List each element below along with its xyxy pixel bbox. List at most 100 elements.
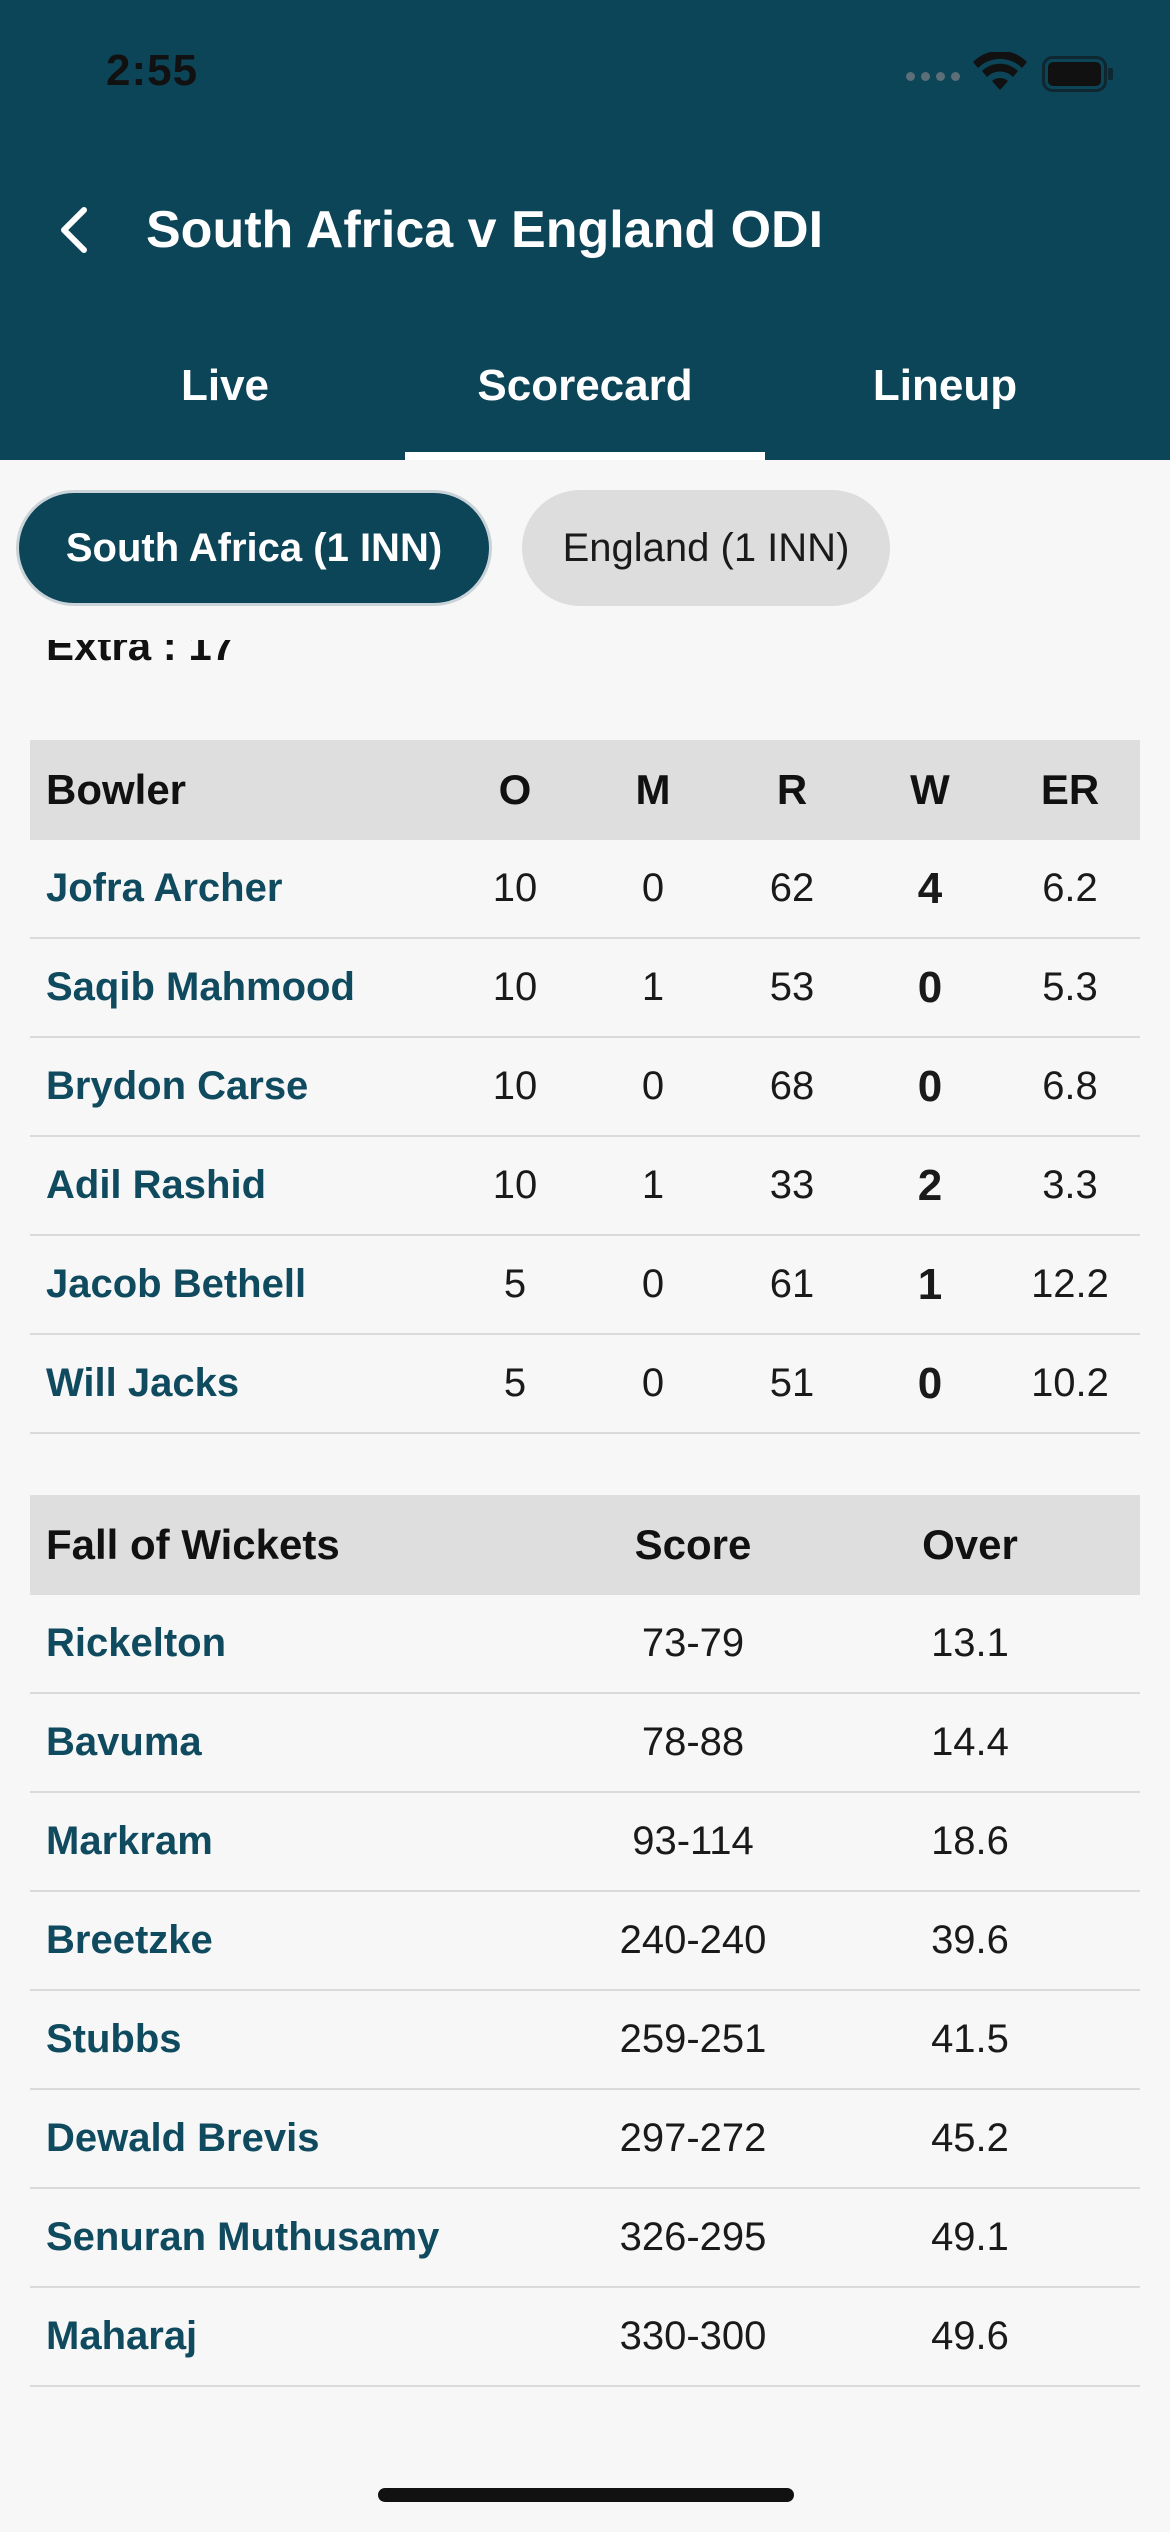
wickets-value: 0 — [917, 1358, 943, 1408]
nav-bar: South Africa v England ODI — [0, 180, 1170, 280]
over-value: 49.1 — [931, 2215, 1009, 2259]
fow-table-header: Fall of Wickets Score Over — [30, 1495, 1140, 1595]
overs-value: 10 — [492, 1064, 538, 1108]
page-title: South Africa v England ODI — [146, 201, 824, 259]
wickets-value: 4 — [917, 863, 943, 913]
bowler-name-link[interactable]: Brydon Carse — [46, 1064, 308, 1109]
table-row: Saqib Mahmood 10 1 53 0 5.3 — [30, 939, 1140, 1038]
innings-pill-england[interactable]: England (1 INN) — [522, 490, 890, 606]
table-row: Brydon Carse 10 0 68 0 6.8 — [30, 1038, 1140, 1137]
innings-selector: South Africa (1 INN) England (1 INN) — [0, 490, 1170, 608]
header-over: Over — [922, 1521, 1018, 1568]
table-row: Bavuma 78-88 14.4 — [30, 1694, 1140, 1793]
table-row: Will Jacks 5 0 51 0 10.2 — [30, 1335, 1140, 1434]
overs-value: 10 — [492, 1163, 538, 1207]
maidens-value: 0 — [641, 1361, 665, 1405]
home-indicator[interactable] — [378, 2488, 794, 2502]
table-row: Jofra Archer 10 0 62 4 6.2 — [30, 840, 1140, 939]
batter-name-link[interactable]: Bavuma — [46, 1720, 202, 1765]
over-value: 18.6 — [931, 1819, 1009, 1863]
header-wickets: W — [910, 766, 950, 813]
overs-value: 5 — [503, 1361, 527, 1405]
tab-lineup[interactable]: Lineup — [765, 345, 1125, 460]
scorecard-content[interactable]: Extra : 17 Bowler O M R W ER Jofra Arche… — [0, 620, 1170, 2420]
batter-name-link[interactable]: Stubbs — [46, 2017, 182, 2062]
tab-live[interactable]: Live — [45, 345, 405, 460]
bowler-name-link[interactable]: Jacob Bethell — [46, 1262, 306, 1307]
batter-name-link[interactable]: Markram — [46, 1819, 213, 1864]
maidens-value: 1 — [641, 965, 665, 1009]
batter-name-link[interactable]: Breetzke — [46, 1918, 213, 1963]
table-row: Maharaj 330-300 49.6 — [30, 2288, 1140, 2387]
economy-value: 6.8 — [1042, 1064, 1098, 1108]
economy-value: 3.3 — [1042, 1163, 1098, 1207]
table-row: Rickelton 73-79 13.1 — [30, 1595, 1140, 1694]
wickets-value: 2 — [917, 1160, 943, 1210]
table-row: Markram 93-114 18.6 — [30, 1793, 1140, 1892]
header-runs: R — [776, 766, 808, 813]
score-value: 326-295 — [619, 2215, 767, 2259]
table-row: Dewald Brevis 297-272 45.2 — [30, 2090, 1140, 2189]
status-bar: 2:55 — [0, 0, 1170, 150]
score-value: 93-114 — [632, 1819, 754, 1863]
over-value: 45.2 — [931, 2116, 1009, 2160]
maidens-value: 0 — [641, 1064, 665, 1108]
bowler-name-link[interactable]: Jofra Archer — [46, 866, 282, 911]
tab-scorecard[interactable]: Scorecard — [405, 345, 765, 460]
back-chevron-icon[interactable] — [50, 200, 100, 260]
wickets-value: 0 — [917, 1061, 943, 1111]
economy-value: 5.3 — [1042, 965, 1098, 1009]
economy-value: 12.2 — [1031, 1262, 1109, 1306]
score-value: 297-272 — [619, 2116, 767, 2160]
bowling-table-header: Bowler O M R W ER — [30, 740, 1140, 840]
scorecard-screen: 2:55 South Africa v England ODI Live Sco… — [0, 0, 1170, 2532]
batter-name-link[interactable]: Dewald Brevis — [46, 2116, 319, 2161]
overs-value: 10 — [492, 965, 538, 1009]
batter-name-link[interactable]: Senuran Muthusamy — [46, 2215, 439, 2260]
over-value: 13.1 — [931, 1621, 1009, 1665]
header-overs: O — [498, 766, 532, 813]
economy-value: 6.2 — [1042, 866, 1098, 910]
over-value: 14.4 — [931, 1720, 1009, 1764]
active-tab-indicator — [405, 452, 765, 460]
runs-value: 61 — [769, 1262, 815, 1306]
batter-name-link[interactable]: Maharaj — [46, 2314, 197, 2359]
header-score: Score — [634, 1521, 752, 1568]
table-row: Stubbs 259-251 41.5 — [30, 1991, 1140, 2090]
bowler-name-link[interactable]: Will Jacks — [46, 1361, 239, 1406]
score-value: 73-79 — [641, 1621, 745, 1665]
economy-value: 10.2 — [1031, 1361, 1109, 1405]
maidens-value: 1 — [641, 1163, 665, 1207]
runs-value: 33 — [769, 1163, 815, 1207]
maidens-value: 0 — [641, 1262, 665, 1306]
score-value: 240-240 — [619, 1918, 767, 1962]
runs-value: 51 — [769, 1361, 815, 1405]
runs-value: 53 — [769, 965, 815, 1009]
tab-bar: Live Scorecard Lineup — [0, 345, 1170, 460]
header-economy: ER — [1040, 766, 1100, 813]
overs-value: 10 — [492, 866, 538, 910]
score-value: 330-300 — [619, 2314, 767, 2358]
runs-value: 68 — [769, 1064, 815, 1108]
header-bowler: Bowler — [46, 766, 187, 813]
over-value: 49.6 — [931, 2314, 1009, 2358]
wifi-icon — [973, 52, 1027, 90]
table-row: Breetzke 240-240 39.6 — [30, 1892, 1140, 1991]
battery-icon — [1042, 56, 1113, 92]
bowler-name-link[interactable]: Saqib Mahmood — [46, 965, 355, 1010]
bowler-name-link[interactable]: Adil Rashid — [46, 1163, 266, 1208]
over-value: 41.5 — [931, 2017, 1009, 2061]
fall-of-wickets-table: Fall of Wickets Score Over Rickelton 73-… — [30, 1495, 1140, 2387]
over-value: 39.6 — [931, 1918, 1009, 1962]
bowling-table: Bowler O M R W ER Jofra Archer 10 0 62 4… — [30, 740, 1140, 1434]
header-maidens: M — [635, 766, 671, 813]
table-row: Senuran Muthusamy 326-295 49.1 — [30, 2189, 1140, 2288]
table-row: Jacob Bethell 5 0 61 1 12.2 — [30, 1236, 1140, 1335]
wickets-value: 0 — [917, 962, 943, 1012]
status-time: 2:55 — [106, 46, 199, 95]
batter-name-link[interactable]: Rickelton — [46, 1621, 226, 1666]
app-header: 2:55 South Africa v England ODI Live Sco… — [0, 0, 1170, 460]
cellular-signal-icon — [906, 72, 962, 86]
innings-pill-south-africa[interactable]: South Africa (1 INN) — [16, 490, 492, 606]
runs-value: 62 — [769, 866, 815, 910]
